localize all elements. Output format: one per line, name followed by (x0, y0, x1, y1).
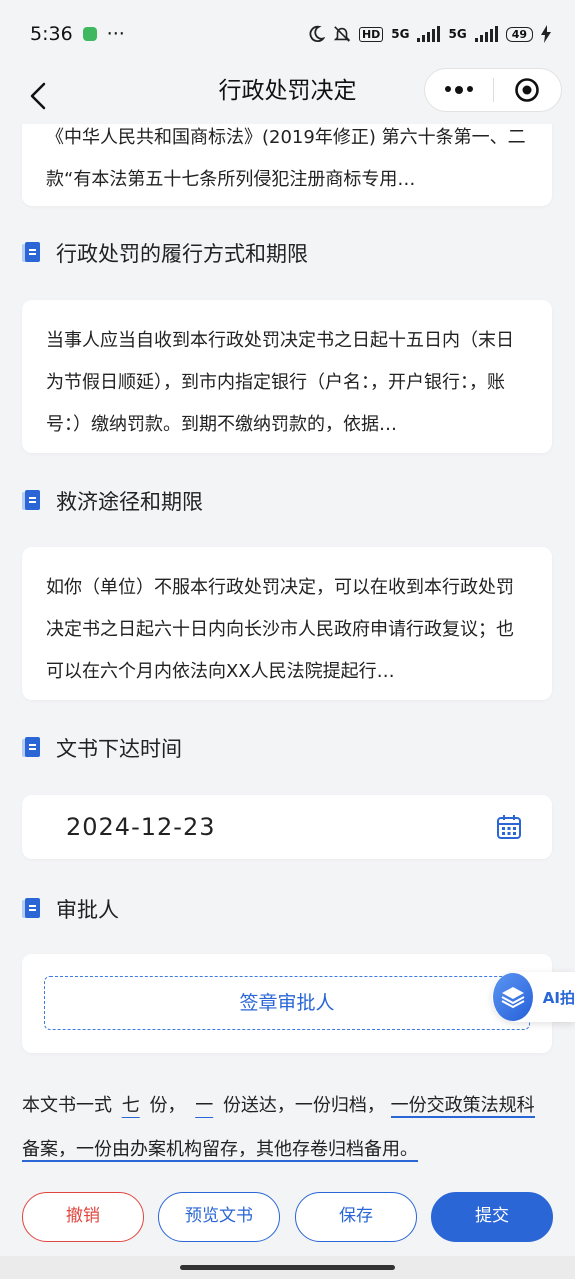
performance-text: 当事人应当自收到本行政处罚决定书之日起十五日内（末日为节假日顺延），到市内指定银… (46, 330, 514, 435)
ai-assistant-label: AI拍 (542, 988, 575, 1007)
document-icon (22, 490, 40, 512)
preview-document-button[interactable]: 预览文书 (158, 1192, 280, 1242)
copies-statement: 本文书一式 七 份， 一 份送达，一份归档， 一份交政策法规科备案，一份由办案机… (22, 1084, 552, 1172)
document-icon (22, 898, 40, 920)
remedy-text: 如你（单位）不服本行政处罚决定，可以在收到本行政处罚决定书之日起六十日内向长沙市… (46, 577, 514, 682)
status-more-icon: ··· (106, 23, 125, 45)
ai-layers-icon (493, 973, 533, 1021)
calendar-icon[interactable] (496, 814, 522, 840)
section-approver-header: 审批人 (22, 894, 119, 924)
close-mini-program-button[interactable] (494, 77, 562, 103)
status-time: 5:36 (30, 23, 73, 45)
copies-text-3: 份送达，一份归档， (222, 1095, 385, 1116)
served-count[interactable]: 一 (191, 1095, 217, 1116)
section-date-title: 文书下达时间 (56, 737, 182, 761)
more-menu-button[interactable] (425, 86, 493, 94)
section-date-header: 文书下达时间 (22, 733, 182, 763)
approver-card: 签章审批人 (22, 954, 552, 1053)
section-remedy-header: 救济途径和期限 (22, 486, 203, 516)
status-bar: 5:36 ··· HD 5G 5G 49 (0, 0, 575, 68)
performance-card[interactable]: 当事人应当自收到本行政处罚决定书之日起十五日内（末日为节假日顺延），到市内指定银… (22, 300, 552, 453)
mini-program-capsule (424, 68, 562, 112)
ai-assistant-button[interactable]: AI拍 (492, 972, 575, 1022)
copies-count[interactable]: 七 (118, 1095, 144, 1116)
battery-indicator: 49 (505, 26, 533, 42)
basis-text: 《中华人民共和国商标法》(2019年修正) 第六十条第一、二款“有本法第五十七条… (46, 127, 526, 190)
hd-badge: HD (358, 26, 384, 42)
action-bar: 撤销 预览文书 保存 提交 (0, 1190, 575, 1246)
navigation-bar: 行政处罚决定 (0, 68, 575, 124)
network-5g-2: 5G (448, 27, 467, 41)
remedy-card[interactable]: 如你（单位）不服本行政处罚决定，可以在收到本行政处罚决定书之日起六十日内向长沙市… (22, 547, 552, 700)
charging-icon (541, 25, 551, 43)
target-icon (515, 78, 540, 102)
copies-text-1: 本文书一式 (22, 1095, 112, 1116)
signal-icon-1 (417, 26, 441, 42)
home-indicator[interactable] (180, 1265, 395, 1270)
section-approver-title: 审批人 (56, 898, 119, 922)
form-content: 《中华人民共和国商标法》(2019年修正) 第六十条第一、二款“有本法第五十七条… (0, 124, 575, 1184)
moon-icon (309, 25, 325, 43)
network-5g-1: 5G (391, 27, 410, 41)
submit-button[interactable]: 提交 (431, 1192, 553, 1242)
document-icon (22, 737, 40, 759)
sign-approver-button[interactable]: 签章审批人 (44, 976, 530, 1030)
section-performance-title: 行政处罚的履行方式和期限 (56, 242, 308, 266)
date-picker-field[interactable]: 2024-12-23 (22, 795, 552, 859)
document-icon (22, 242, 40, 264)
copies-text-2: 份， (149, 1095, 186, 1116)
basis-card[interactable]: 《中华人民共和国商标法》(2019年修正) 第六十条第一、二款“有本法第五十七条… (22, 124, 552, 206)
section-performance-header: 行政处罚的履行方式和期限 (22, 238, 308, 268)
wechat-notification-icon (82, 27, 97, 41)
revoke-button[interactable]: 撤销 (22, 1192, 144, 1242)
section-remedy-title: 救济途径和期限 (56, 490, 203, 514)
save-button[interactable]: 保存 (295, 1192, 417, 1242)
issue-date-value: 2024-12-23 (66, 813, 216, 841)
mute-bell-icon (333, 26, 351, 42)
signal-icon-2 (474, 26, 498, 42)
